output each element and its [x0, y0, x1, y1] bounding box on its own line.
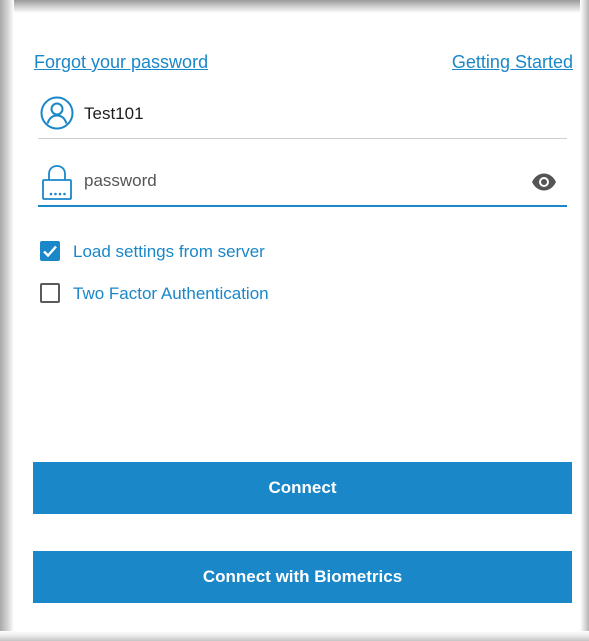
frame-edge-left [0, 0, 14, 641]
forgot-password-link[interactable]: Forgot your password [34, 52, 208, 73]
password-field[interactable] [38, 161, 567, 207]
connect-button[interactable]: Connect [33, 462, 572, 514]
frame-edge-right [580, 0, 589, 641]
eye-icon[interactable] [531, 171, 557, 193]
lock-icon [40, 163, 74, 200]
user-circle-icon [40, 96, 74, 132]
getting-started-link[interactable]: Getting Started [452, 52, 573, 73]
two-factor-checkbox[interactable] [40, 283, 60, 303]
two-factor-label[interactable]: Two Factor Authentication [73, 284, 269, 304]
load-settings-label[interactable]: Load settings from server [73, 242, 265, 262]
username-value[interactable]: Test101 [84, 104, 144, 124]
frame-edge-top [0, 0, 589, 13]
load-settings-checkbox[interactable] [40, 241, 60, 261]
frame-edge-bottom [0, 631, 589, 641]
username-field[interactable]: Test101 [38, 94, 567, 139]
password-input[interactable] [84, 167, 504, 195]
connect-biometrics-button[interactable]: Connect with Biometrics [33, 551, 572, 603]
login-panel: Forgot your password Getting Started Tes… [0, 0, 589, 641]
